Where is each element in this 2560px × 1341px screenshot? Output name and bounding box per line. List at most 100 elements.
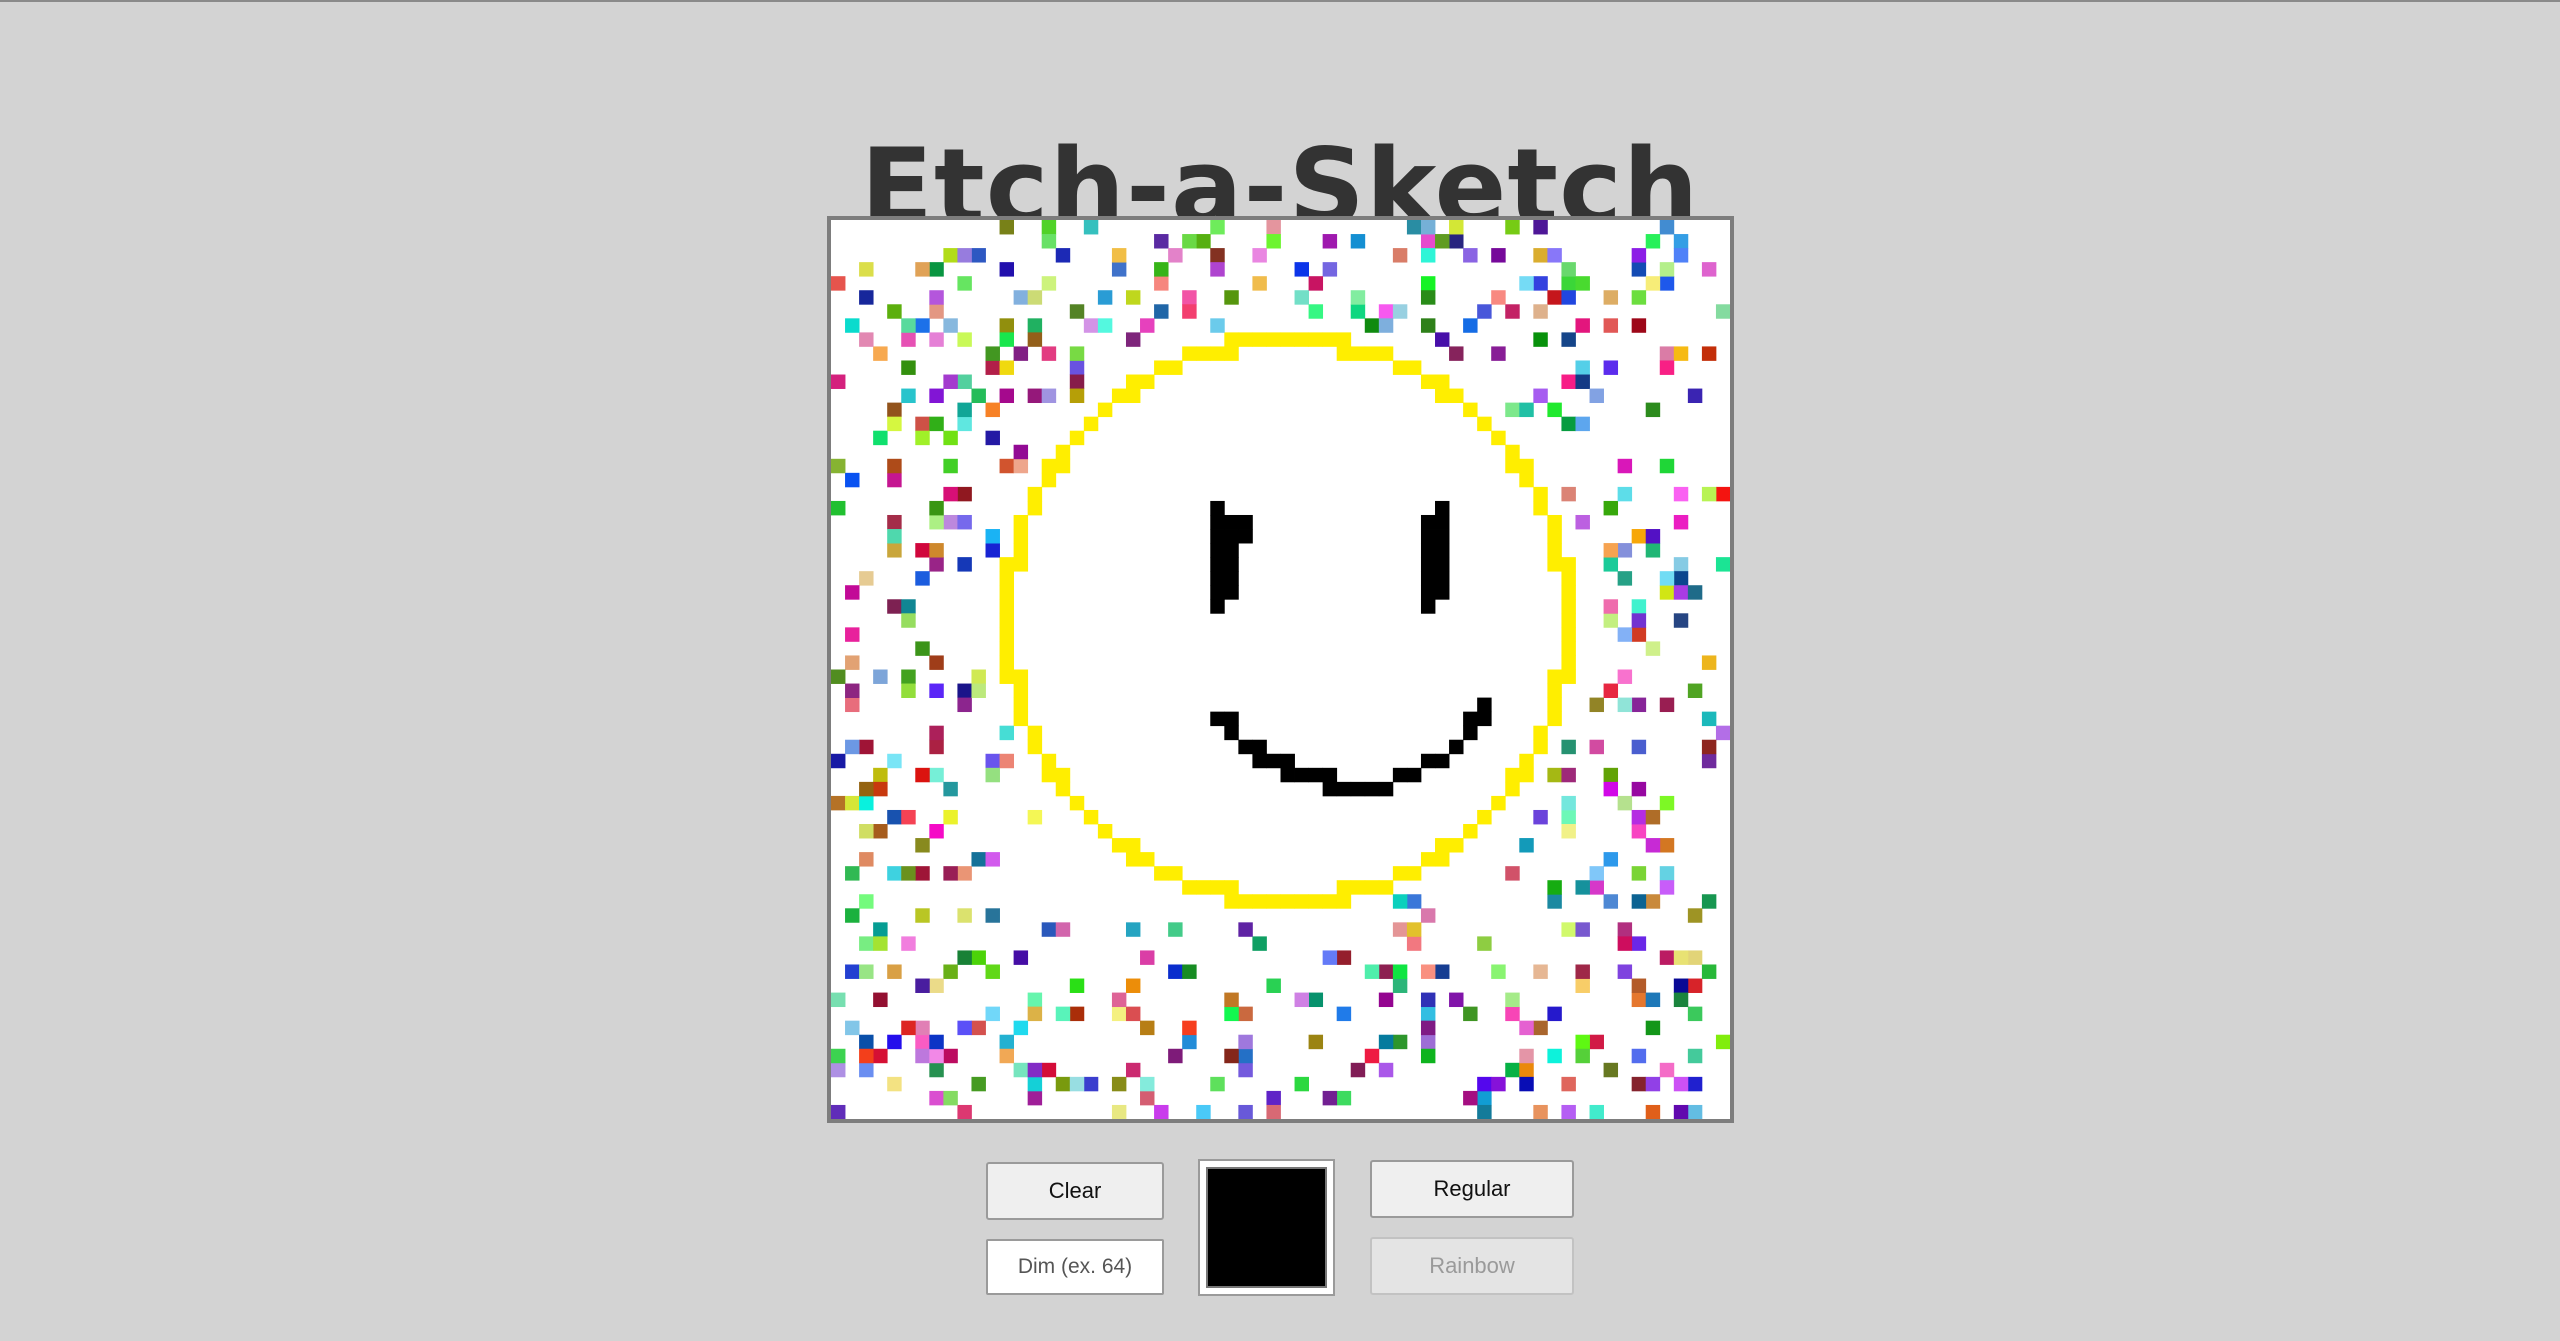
grid-cell[interactable] bbox=[1083, 809, 1099, 825]
grid-cell[interactable] bbox=[1308, 767, 1324, 783]
grid-cell[interactable] bbox=[1013, 543, 1029, 558]
grid-cell[interactable] bbox=[957, 402, 972, 418]
grid-cell[interactable] bbox=[1659, 880, 1675, 895]
grid-cell[interactable] bbox=[831, 458, 846, 474]
grid-cell[interactable] bbox=[859, 1062, 874, 1078]
grid-cell[interactable] bbox=[1449, 739, 1464, 755]
grid-cell[interactable] bbox=[999, 585, 1015, 600]
grid-cell[interactable] bbox=[1069, 360, 1085, 375]
grid-cell[interactable] bbox=[1645, 838, 1661, 853]
grid-cell[interactable] bbox=[859, 290, 874, 305]
grid-cell[interactable] bbox=[1308, 276, 1324, 291]
grid-cell[interactable] bbox=[1603, 894, 1619, 909]
grid-cell[interactable] bbox=[929, 725, 944, 741]
grid-cell[interactable] bbox=[1463, 248, 1478, 263]
grid-cell[interactable] bbox=[1168, 360, 1183, 375]
grid-cell[interactable] bbox=[1659, 950, 1675, 965]
grid-cell[interactable] bbox=[1210, 262, 1225, 277]
grid-cell[interactable] bbox=[1280, 753, 1295, 769]
grid-cell[interactable] bbox=[1252, 894, 1267, 909]
grid-cell[interactable] bbox=[1111, 838, 1127, 853]
grid-cell[interactable] bbox=[1673, 571, 1689, 586]
grid-cell[interactable] bbox=[1420, 908, 1436, 923]
grid-cell[interactable] bbox=[1561, 655, 1576, 670]
grid-cell[interactable] bbox=[1336, 1090, 1352, 1106]
grid-cell[interactable] bbox=[1435, 374, 1450, 389]
grid-cell[interactable] bbox=[1561, 486, 1576, 502]
grid-cell[interactable] bbox=[1420, 557, 1436, 572]
grid-cell[interactable] bbox=[1435, 332, 1450, 347]
grid-cell[interactable] bbox=[1196, 346, 1211, 361]
grid-cell[interactable] bbox=[901, 599, 916, 614]
grid-cell[interactable] bbox=[845, 655, 860, 670]
grid-cell[interactable] bbox=[1533, 500, 1548, 516]
grid-cell[interactable] bbox=[929, 1034, 944, 1050]
grid-cell[interactable] bbox=[873, 346, 888, 361]
grid-cell[interactable] bbox=[915, 641, 930, 656]
grid-cell[interactable] bbox=[1561, 1076, 1576, 1092]
grid-cell[interactable] bbox=[999, 458, 1015, 474]
grid-cell[interactable] bbox=[859, 1034, 874, 1050]
grid-cell[interactable] bbox=[1097, 318, 1113, 333]
grid-cell[interactable] bbox=[1308, 894, 1324, 909]
grid-cell[interactable] bbox=[1238, 1048, 1253, 1064]
grid-cell[interactable] bbox=[1350, 346, 1366, 361]
grid-cell[interactable] bbox=[901, 866, 916, 881]
grid-cell[interactable] bbox=[1210, 248, 1225, 263]
grid-cell[interactable] bbox=[929, 1090, 944, 1106]
grid-cell[interactable] bbox=[845, 739, 860, 755]
grid-cell[interactable] bbox=[845, 472, 860, 488]
grid-cell[interactable] bbox=[1336, 1006, 1352, 1022]
grid-cell[interactable] bbox=[1659, 838, 1675, 853]
grid-cell[interactable] bbox=[1055, 922, 1071, 937]
grid-cell[interactable] bbox=[1154, 304, 1169, 319]
grid-cell[interactable] bbox=[1013, 950, 1029, 965]
grid-cell[interactable] bbox=[985, 852, 1000, 867]
grid-cell[interactable] bbox=[1491, 1076, 1506, 1092]
grid-cell[interactable] bbox=[999, 1048, 1015, 1064]
grid-cell[interactable] bbox=[1547, 894, 1562, 909]
grid-cell[interactable] bbox=[1645, 543, 1661, 558]
grid-cell[interactable] bbox=[971, 248, 986, 263]
grid-cell[interactable] bbox=[1322, 894, 1338, 909]
grid-cell[interactable] bbox=[1617, 458, 1633, 474]
grid-cell[interactable] bbox=[1041, 388, 1057, 404]
grid-cell[interactable] bbox=[859, 795, 874, 811]
grid-cell[interactable] bbox=[1491, 795, 1506, 811]
grid-cell[interactable] bbox=[1435, 529, 1450, 544]
grid-cell[interactable] bbox=[1645, 276, 1661, 291]
grid-cell[interactable] bbox=[1266, 1090, 1281, 1106]
grid-cell[interactable] bbox=[1069, 1076, 1085, 1092]
grid-cell[interactable] bbox=[1168, 248, 1183, 263]
grid-cell[interactable] bbox=[1125, 388, 1141, 404]
grid-cell[interactable] bbox=[887, 458, 902, 474]
grid-cell[interactable] bbox=[1041, 220, 1057, 235]
grid-cell[interactable] bbox=[1013, 346, 1029, 361]
grid-cell[interactable] bbox=[1575, 964, 1590, 979]
grid-cell[interactable] bbox=[1449, 234, 1464, 249]
grid-cell[interactable] bbox=[1701, 711, 1717, 727]
grid-cell[interactable] bbox=[1140, 1090, 1155, 1106]
grid-cell[interactable] bbox=[1463, 1090, 1478, 1106]
grid-cell[interactable] bbox=[887, 402, 902, 418]
grid-cell[interactable] bbox=[1631, 529, 1647, 544]
grid-cell[interactable] bbox=[1154, 234, 1169, 249]
grid-cell[interactable] bbox=[1154, 276, 1169, 291]
grid-cell[interactable] bbox=[1294, 894, 1309, 909]
grid-cell[interactable] bbox=[1631, 697, 1647, 713]
grid-cell[interactable] bbox=[1645, 1020, 1661, 1036]
grid-cell[interactable] bbox=[1294, 290, 1309, 305]
grid-cell[interactable] bbox=[859, 964, 874, 979]
grid-cell[interactable] bbox=[1392, 1034, 1408, 1050]
grid-cell[interactable] bbox=[1631, 739, 1647, 755]
grid-cell[interactable] bbox=[1561, 374, 1576, 389]
grid-cell[interactable] bbox=[1097, 290, 1113, 305]
grid-cell[interactable] bbox=[1420, 964, 1436, 979]
grid-cell[interactable] bbox=[1154, 360, 1169, 375]
grid-cell[interactable] bbox=[1631, 936, 1647, 951]
grid-cell[interactable] bbox=[1350, 1062, 1366, 1078]
grid-cell[interactable] bbox=[1533, 276, 1548, 291]
grid-cell[interactable] bbox=[1449, 220, 1464, 235]
grid-cell[interactable] bbox=[1350, 234, 1366, 249]
grid-cell[interactable] bbox=[1603, 781, 1619, 797]
